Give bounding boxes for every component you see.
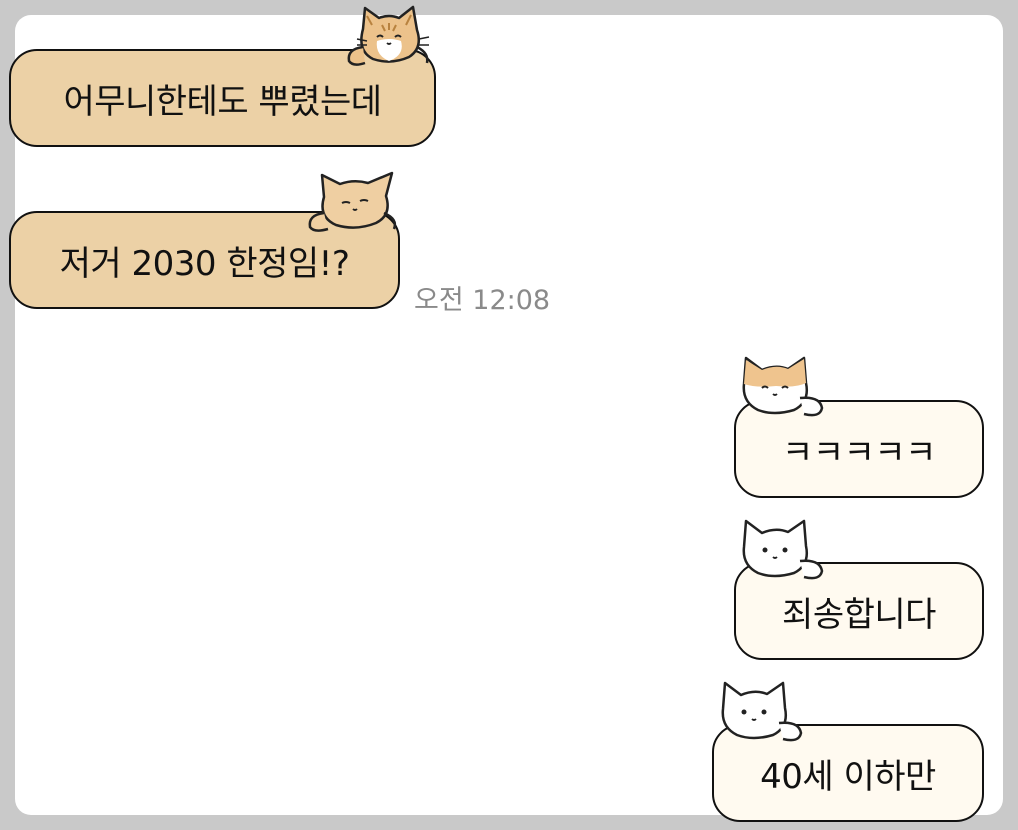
- white-cat-icon: [742, 519, 824, 580]
- peach-cat-icon: [308, 171, 397, 232]
- message-text: 40세 이하만: [760, 756, 936, 797]
- message-timestamp: 오전 12:08: [414, 285, 551, 316]
- message-text: 어무니한테도 뿌렸는데: [63, 81, 382, 122]
- orange-tabby-cat-icon: [347, 5, 430, 66]
- orange-white-cat-icon: [742, 356, 824, 417]
- message-text: ㅋㅋㅋㅋㅋ: [782, 432, 936, 473]
- message-text: 저거 2030 한정임!?: [59, 243, 350, 284]
- white-cat-icon: [721, 681, 803, 742]
- message-text: 죄송합니다: [782, 594, 936, 635]
